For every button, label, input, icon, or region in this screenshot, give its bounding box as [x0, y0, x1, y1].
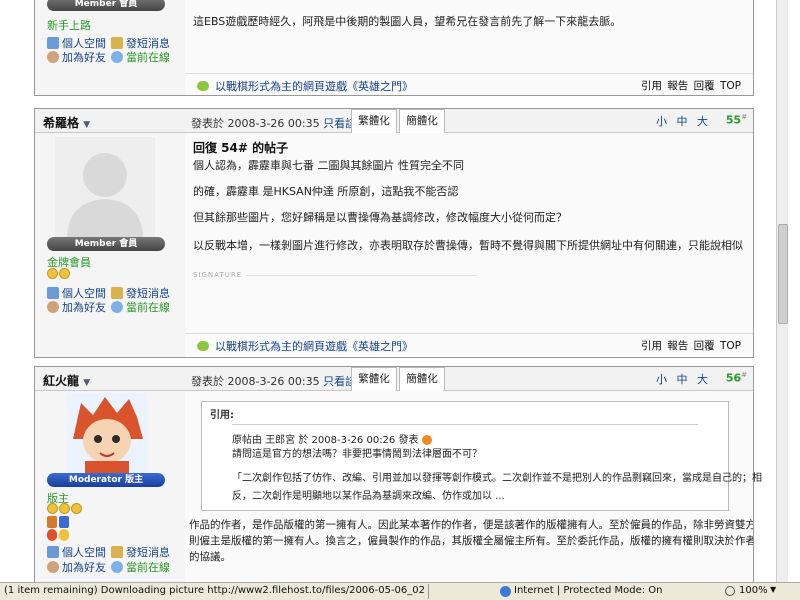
floor-number: 55# — [725, 113, 747, 127]
post-55: 希羅格 ▼ 發表於 2008-3-26 00:35 只看該作者 繁體化 簡體化 … — [34, 108, 754, 358]
font-size-selector[interactable]: 小 中 大 — [656, 371, 711, 387]
medal-icon — [59, 516, 69, 528]
status-divider — [428, 584, 429, 599]
rank-stars — [47, 268, 71, 282]
post-author[interactable]: 紅火龍 ▼ — [43, 372, 90, 389]
add-friend-link[interactable]: 加為好友 — [47, 299, 106, 315]
simplified-tab[interactable]: 簡體化 — [399, 109, 445, 133]
online-icon — [111, 51, 123, 63]
floor-number: 56# — [725, 371, 747, 385]
browser-status-bar: (1 item remaining) Downloading picture h… — [0, 582, 800, 600]
post-text-line: 但其餘那些圖片，您好歸稱是以曹操傳為基調修改，修改幅度大小從何而定？ — [193, 211, 567, 224]
moderator-badge: Moderator 版主 — [47, 473, 165, 487]
personal-space-link[interactable]: 個人空間 — [47, 544, 106, 560]
ad-icon — [197, 81, 209, 91]
online-icon — [111, 561, 123, 573]
scrollbar-thumb[interactable] — [778, 224, 788, 324]
traditional-tab[interactable]: 繁體化 — [351, 109, 397, 133]
add-friend-link[interactable]: 加為好友 — [47, 49, 106, 65]
author-dropdown-icon[interactable]: ▼ — [83, 378, 90, 388]
send-message-link[interactable]: 發短消息 — [111, 544, 170, 560]
add-friend-link[interactable]: 加為好友 — [47, 559, 106, 575]
post-text-line: 的確，霹靂車 是HKSAN仲達 所原創，這點我不能否認 — [193, 185, 459, 198]
browser-viewport: Member 會員 新手上路 個人空間 發短消息 加為好友 當前在線 這EBS遊… — [0, 0, 788, 582]
post-author[interactable]: 希羅格 ▼ — [43, 114, 90, 131]
signature-label: SIGNATURE — [193, 271, 243, 279]
zoom-icon — [725, 586, 735, 596]
post-text-line: 的協議。 — [189, 551, 231, 563]
quote-text-line: 反，二次創作是明顯地以某作品為基調來改編、仿作或加以 ... — [232, 491, 505, 502]
moon-icon — [59, 503, 70, 514]
online-status: 當前在線 — [111, 559, 170, 575]
post-actions[interactable]: 引用 報告 回覆 TOP — [641, 338, 741, 353]
traditional-tab[interactable]: 繁體化 — [351, 367, 397, 391]
user-rank: 新手上路 — [47, 19, 91, 32]
post-header: 希羅格 ▼ 發表於 2008-3-26 00:35 只看該作者 繁體化 簡體化 … — [35, 109, 753, 133]
add-friend-icon — [47, 561, 59, 573]
post-body: 回復 54# 的帖子 個人認為，霹靂車與七番 二圖與其餘圖片 性質完全不同 的確… — [185, 133, 753, 333]
signature-divider — [247, 275, 477, 276]
zoom-level[interactable]: 100% — [739, 585, 768, 596]
rank-stars — [47, 503, 83, 517]
online-status: 當前在線 — [111, 49, 170, 65]
post-sidebar: Moderator 版主 版主 個人空間 發短消息 加為好友 當前在線 — [35, 391, 185, 582]
post-body: 這EBS遊戲歷時經久，阿飛是中後期的製圖人員，望希兄在發言前先了解一下來龍去脈。 — [185, 0, 753, 73]
post-sidebar: Member 會員 新手上路 個人空間 發短消息 加為好友 當前在線 — [35, 0, 185, 95]
quote-label: 引用: — [210, 410, 234, 421]
add-friend-icon — [47, 51, 59, 63]
post-text-block: 作品的作者，是作品版權的第一擁有人。因此某本著作的作者，便是該著作的版權擁有人。… — [189, 517, 753, 565]
member-badge: Member 會員 — [47, 237, 165, 251]
globe-icon — [500, 586, 511, 597]
add-friend-icon — [47, 301, 59, 313]
post-footer: 以戰棋形式為主的網頁遊戲《英雄之門》 引用 報告 回覆 TOP — [185, 333, 753, 355]
star-icon — [59, 268, 70, 279]
home-icon — [47, 287, 59, 299]
vertical-scrollbar[interactable] — [776, 0, 788, 582]
online-status: 當前在線 — [111, 299, 170, 315]
post-text-line: 作品的作者，是作品版權的第一擁有人。因此某本著作的作者，便是該著作的版權擁有人。… — [189, 519, 753, 531]
post-header: 紅火龍 ▼ 發表於 2008-3-26 00:35 只看該作者 繁體化 簡體化 … — [35, 367, 753, 391]
zoom-dropdown-icon[interactable]: ▼ — [770, 585, 776, 594]
member-badge: Member 會員 — [47, 0, 165, 11]
medal-icon — [47, 516, 57, 528]
font-size-selector[interactable]: 小 中 大 — [656, 113, 711, 129]
quote-block: 引用: 原帖由 王郎宮 於 2008-3-26 00:26 發表 請問這是官方的… — [201, 401, 762, 511]
download-status: (1 item remaining) Downloading picture h… — [4, 585, 424, 596]
post-54: Member 會員 新手上路 個人空間 發短消息 加為好友 當前在線 這EBS遊… — [34, 0, 754, 96]
post-title: 回復 54# 的帖子 — [193, 141, 289, 155]
quote-text-line: 「二次創作包括了仿作、改編、引用並加以發揮等創作模式。二次創作並不是把別人的作品… — [232, 473, 762, 484]
flower-icon — [47, 529, 57, 541]
goto-post-icon[interactable] — [421, 435, 432, 445]
post-footer: 以戰棋形式為主的網頁遊戲《英雄之門》 引用 報告 回覆 TOP — [185, 73, 753, 95]
mail-icon — [111, 287, 123, 299]
post-text-line: 個人認為，霹靂車與七番 二圖與其餘圖片 性質完全不同 — [193, 159, 464, 172]
post-text-line: 這EBS遊戲歷時經久，阿飛是中後期的製圖人員，望希兄在發言前先了解一下來龍去脈。 — [193, 15, 622, 28]
star-icon — [71, 503, 82, 514]
post-sidebar: Member 會員 金牌會員 個人空間 發短消息 加為好友 當前在線 — [35, 133, 185, 357]
quote-text-line: 請問這是官方的想法嗎？非要把事情鬧到法律層面不可？ — [232, 449, 482, 460]
mail-icon — [111, 37, 123, 49]
ad-link[interactable]: 以戰棋形式為主的網頁遊戲《英雄之門》 — [197, 338, 413, 354]
quote-author-line: 原帖由 王郎宮 於 2008-3-26 00:26 發表 — [232, 431, 432, 446]
author-dropdown-icon[interactable]: ▼ — [83, 120, 90, 130]
anime-avatar — [67, 393, 147, 473]
mail-icon — [111, 546, 123, 558]
online-icon — [111, 301, 123, 313]
post-text-line: 則僱主是版權的第一擁有人。換言之，僱員製作的作品，其版權全屬僱主所有。至於委託作… — [189, 535, 753, 547]
home-icon — [47, 546, 59, 558]
security-zone[interactable]: Internet | Protected Mode: On — [514, 585, 662, 596]
medal-row — [47, 529, 71, 544]
default-avatar — [55, 137, 155, 237]
post-56: 紅火龍 ▼ 發表於 2008-3-26 00:35 只看該作者 繁體化 簡體化 … — [34, 366, 762, 582]
post-actions[interactable]: 引用 報告 回覆 TOP — [641, 78, 741, 93]
sun-icon — [59, 529, 69, 541]
quote-content: 原帖由 王郎宮 於 2008-3-26 00:26 發表 請問這是官方的想法嗎？… — [232, 424, 762, 506]
ad-icon — [197, 341, 209, 351]
rank-face-icon — [47, 503, 58, 514]
rank-face-icon — [47, 268, 58, 279]
simplified-tab[interactable]: 簡體化 — [399, 367, 445, 391]
ad-link[interactable]: 以戰棋形式為主的網頁遊戲《英雄之門》 — [197, 78, 413, 94]
post-text-line: 以反戰本增，一樣剝圖片進行修改，亦表明取存於曹操傳，暫時不覺得與閣下所提供網址中… — [193, 239, 743, 252]
home-icon — [47, 37, 59, 49]
